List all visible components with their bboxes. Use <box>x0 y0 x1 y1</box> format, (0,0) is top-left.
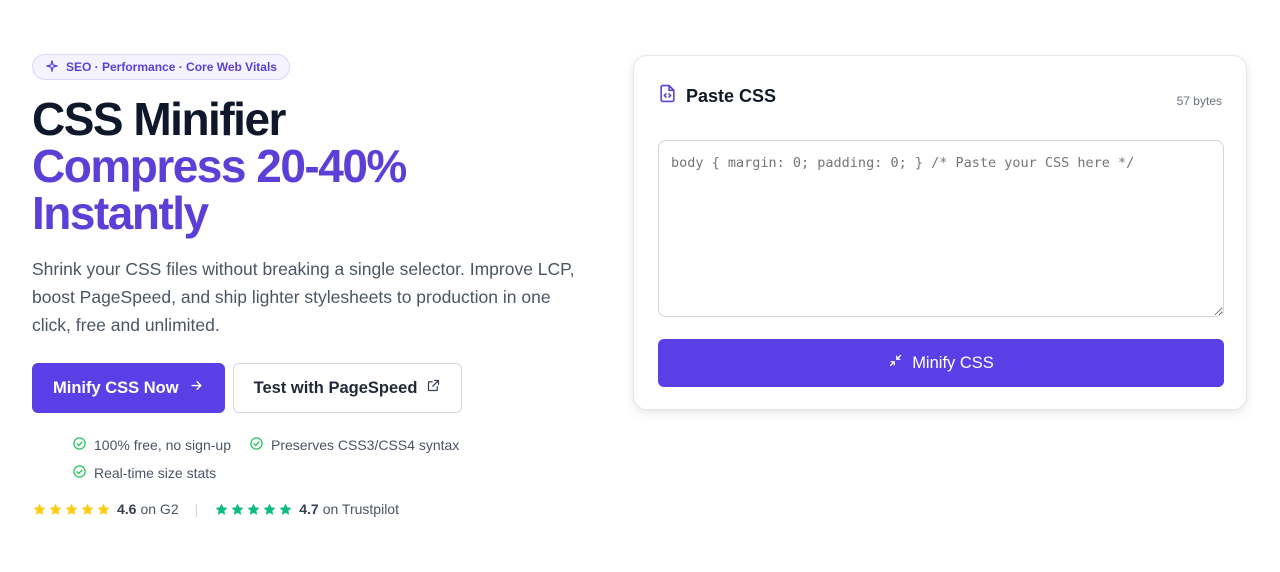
minify-now-button[interactable]: Minify CSS Now <box>32 363 225 413</box>
ratings-row: 4.6 on G2 | 4.7 on Trustpilot <box>32 501 612 517</box>
hero-section: SEO · Performance · Core Web Vitals CSS … <box>32 54 612 517</box>
badge-text: SEO · Performance · Core Web Vitals <box>66 60 277 74</box>
minify-css-label: Minify CSS <box>912 353 994 372</box>
check-circle-icon <box>72 464 87 482</box>
g2-rating-source: on G2 <box>140 501 179 517</box>
pagespeed-button[interactable]: Test with PageSpeed <box>232 363 463 413</box>
feature-item: Real-time size stats <box>72 465 216 481</box>
trustpilot-rating-source: on Trustpilot <box>322 501 399 517</box>
hero-description: Shrink your CSS files without breaking a… <box>32 259 575 335</box>
star-icon <box>247 503 260 515</box>
card-title: Paste CSS <box>686 85 777 106</box>
star-icon <box>33 503 46 515</box>
minify-css-button[interactable]: Minify CSS <box>658 339 1224 387</box>
feature-item: 100% free, no sign-up <box>72 437 231 453</box>
trustpilot-rating-value: 4.7 <box>299 501 319 517</box>
feature-text: 100% free, no sign-up <box>94 437 231 453</box>
star-icon <box>231 503 244 515</box>
feature-item: Preserves CSS3/CSS4 syntax <box>249 437 459 453</box>
g2-stars <box>32 502 111 517</box>
feature-text: Preserves CSS3/CSS4 syntax <box>270 437 460 453</box>
star-icon <box>279 503 292 515</box>
g2-rating-value: 4.6 <box>117 501 137 517</box>
check-circle-icon <box>72 436 87 454</box>
check-circle-icon <box>249 436 264 454</box>
feature-text: Real-time size stats <box>94 465 217 481</box>
file-code-icon <box>658 84 677 108</box>
rating-divider: | <box>194 501 199 517</box>
external-link-icon <box>426 378 441 398</box>
pagespeed-label: Test with PageSpeed <box>253 378 418 397</box>
css-input[interactable] <box>658 140 1224 317</box>
sparkle-icon <box>45 59 59 76</box>
byte-count: 57 bytes <box>1176 94 1222 108</box>
arrow-right-icon <box>189 378 204 398</box>
title-line-2: Compress 20-40% <box>32 140 407 192</box>
card-header: Paste CSS <box>658 84 776 108</box>
title-line-3: Instantly <box>32 187 209 239</box>
minifier-card: Paste CSS 57 bytes Minify CSS <box>633 55 1247 410</box>
feature-list: 100% free, no sign-up Preserves CSS3/CSS… <box>72 437 522 481</box>
category-badge: SEO · Performance · Core Web Vitals <box>32 54 290 80</box>
title-line-1: CSS Minifier <box>32 93 286 145</box>
star-icon <box>97 503 110 515</box>
minimize-icon <box>888 353 903 373</box>
star-icon <box>49 503 62 515</box>
star-icon <box>81 503 94 515</box>
cta-group: Minify CSS Now Test with PageSpeed <box>32 363 612 413</box>
star-icon <box>65 503 78 515</box>
page-title: CSS Minifier Compress 20-40% Instantly <box>32 96 612 237</box>
trustpilot-stars <box>214 502 293 517</box>
minify-now-label: Minify CSS Now <box>53 378 179 397</box>
star-icon <box>215 503 228 515</box>
star-icon <box>263 503 276 515</box>
